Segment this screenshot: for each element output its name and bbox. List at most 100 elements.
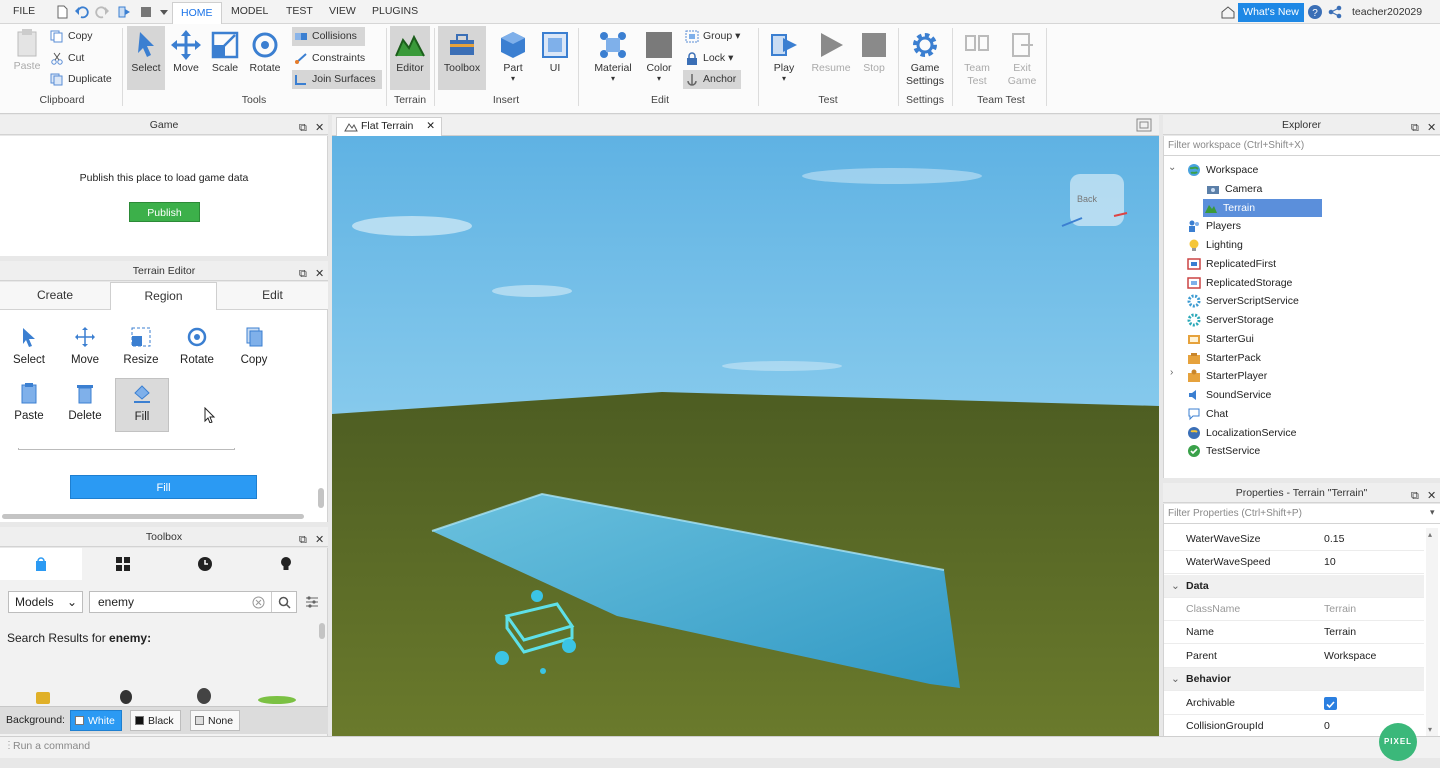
rotate-tool-button[interactable]: Rotate [247, 30, 283, 74]
region-paste-tool[interactable]: Paste [2, 382, 56, 422]
region-copy-tool[interactable]: Copy [227, 326, 281, 366]
scale-tool-button[interactable]: Scale [208, 30, 242, 74]
whats-new-button[interactable]: What's New [1238, 3, 1304, 22]
result-thumbnail[interactable] [258, 696, 296, 704]
property-category-data[interactable]: ⌄ Data [1164, 575, 1424, 598]
background-none-option[interactable]: None [190, 710, 241, 731]
tab-edit[interactable]: Edit [217, 282, 328, 310]
region-select-tool[interactable]: Select [2, 326, 56, 366]
search-icon[interactable] [278, 596, 291, 609]
property-value[interactable]: 0.15 [1324, 528, 1344, 551]
undo-icon[interactable] [74, 4, 90, 20]
tree-item-soundservice[interactable]: SoundService [1186, 386, 1271, 404]
collisions-toggle[interactable]: Collisions [292, 27, 365, 46]
paste-button[interactable]: Paste [8, 28, 46, 72]
background-black-option[interactable]: Black [130, 710, 181, 731]
properties-scrollbar[interactable]: ▴ ▾ [1426, 528, 1438, 736]
close-icon[interactable]: ✕ [315, 264, 324, 284]
property-value[interactable]: Terrain [1324, 621, 1356, 644]
tab-model[interactable]: MODEL [231, 5, 268, 17]
3d-viewport[interactable]: Back [332, 136, 1159, 736]
group-button[interactable]: Group ▾ [683, 27, 747, 46]
tree-item-chat[interactable]: Chat [1186, 405, 1228, 423]
tree-item-players[interactable]: Players [1186, 217, 1241, 235]
help-icon[interactable]: ? [1307, 4, 1323, 20]
close-icon[interactable]: ✕ [315, 530, 324, 550]
result-thumbnail[interactable] [36, 692, 50, 704]
property-row[interactable]: Archivable [1164, 692, 1424, 715]
tree-item-camera[interactable]: Camera [1205, 180, 1262, 198]
publish-button[interactable]: Publish [129, 202, 200, 222]
terrain-panel-hscrollbar[interactable] [2, 514, 304, 519]
scroll-up-icon[interactable]: ▴ [1428, 530, 1432, 539]
region-rotate-tool[interactable]: Rotate [170, 326, 224, 366]
property-value[interactable]: Workspace [1324, 645, 1376, 668]
part-button[interactable]: Part ▾ [496, 30, 530, 83]
scroll-down-icon[interactable]: ▾ [1428, 725, 1432, 734]
ui-button[interactable]: UI [538, 30, 572, 74]
toolbox-search-input[interactable]: enemy [89, 591, 297, 613]
tree-item-replicatedstorage[interactable]: ReplicatedStorage [1186, 274, 1292, 292]
stop-button[interactable]: Stop [857, 30, 891, 74]
fill-apply-button[interactable]: Fill [70, 475, 257, 499]
command-input[interactable]: Run a command [13, 740, 90, 752]
tab-create[interactable]: Create [0, 282, 110, 310]
float-panel-icon[interactable]: ⧉ [299, 264, 307, 284]
lock-button[interactable]: Lock ▾ [683, 49, 747, 68]
property-row[interactable]: WaterWaveSize 0.15 [1164, 528, 1424, 551]
select-tool-button[interactable]: Select [127, 26, 165, 90]
share-icon[interactable] [1327, 4, 1343, 20]
region-fill-tool[interactable]: Fill [115, 378, 169, 432]
tree-item-lighting[interactable]: Lighting [1186, 236, 1243, 254]
close-tab-icon[interactable]: ✕ [426, 118, 435, 135]
tree-item-terrain[interactable]: Terrain [1203, 199, 1322, 217]
tab-region[interactable]: Region [110, 282, 217, 310]
redo-icon[interactable] [94, 4, 110, 20]
tree-item-startergui[interactable]: StarterGui [1186, 330, 1254, 348]
anchor-toggle[interactable]: Anchor [683, 70, 741, 89]
resume-button[interactable]: Resume [809, 30, 853, 74]
property-category-behavior[interactable]: ⌄ Behavior [1164, 668, 1424, 691]
region-move-tool[interactable]: Move [58, 326, 112, 366]
tree-item-serverstorage[interactable]: ServerStorage [1186, 311, 1274, 329]
filter-sliders-icon[interactable] [305, 595, 319, 609]
expand-arrow-icon[interactable]: › [1170, 367, 1173, 378]
property-row[interactable]: WaterWaveSpeed 10 [1164, 551, 1424, 574]
exit-game-button[interactable]: Exit Game [1004, 30, 1040, 88]
flat-terrain-tab[interactable]: Flat Terrain ✕ [336, 117, 442, 136]
game-settings-button[interactable]: Game Settings [902, 30, 948, 88]
property-value[interactable]: 10 [1324, 551, 1336, 574]
move-tool-button[interactable]: Move [169, 30, 203, 74]
stop-icon[interactable] [138, 4, 154, 20]
duplicate-button[interactable]: Duplicate [48, 70, 112, 89]
tab-recent[interactable] [164, 548, 246, 580]
join-surfaces-toggle[interactable]: Join Surfaces [292, 70, 382, 89]
home-icon[interactable] [1220, 4, 1236, 20]
close-icon[interactable]: ✕ [315, 118, 324, 138]
result-thumbnail[interactable] [197, 688, 211, 704]
explorer-filter-input[interactable]: Filter workspace (Ctrl+Shift+X) [1164, 136, 1440, 156]
tree-item-serverscriptservice[interactable]: ServerScriptService [1186, 292, 1299, 310]
file-menu[interactable]: FILE [13, 5, 35, 17]
terrain-panel-scrollbar[interactable] [318, 488, 324, 508]
tree-item-starterpack[interactable]: StarterPack [1186, 349, 1261, 367]
close-icon[interactable]: ✕ [1427, 118, 1436, 138]
property-row[interactable]: Name Terrain [1164, 621, 1424, 644]
team-test-button[interactable]: Team Test [958, 30, 996, 88]
collapse-arrow-icon[interactable]: ⌄ [1168, 162, 1176, 173]
toolbox-button[interactable]: Toolbox [438, 26, 486, 90]
tab-marketplace[interactable] [0, 548, 82, 580]
chevron-down-icon[interactable]: ▾ [1430, 507, 1435, 518]
region-resize-tool[interactable]: Resize [114, 326, 168, 366]
background-white-option[interactable]: White [70, 710, 122, 731]
tab-test[interactable]: TEST [286, 5, 313, 17]
result-thumbnail[interactable] [120, 690, 132, 704]
cut-button[interactable]: Cut [48, 49, 84, 68]
tab-inventory[interactable] [82, 548, 164, 580]
dropdown-icon[interactable] [156, 4, 172, 20]
float-panel-icon[interactable]: ⧉ [299, 530, 307, 550]
tab-plugins[interactable]: PLUGINS [372, 5, 418, 17]
tab-home[interactable]: HOME [172, 2, 222, 24]
color-button[interactable]: Color ▾ [641, 30, 677, 83]
play-button[interactable]: Play ▾ [766, 30, 802, 83]
